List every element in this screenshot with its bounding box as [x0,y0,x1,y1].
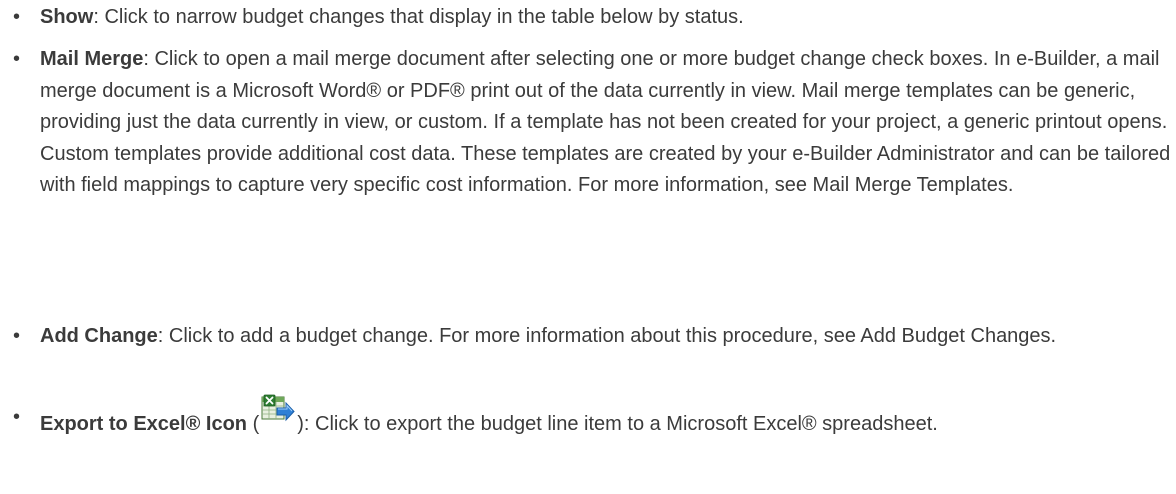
bullet-marker: • [13,325,21,347]
list-item-export-excel: • Export to Excel® Icon ( ): Click to ex… [0,394,1176,441]
term-add-change: Add Change [40,325,158,347]
paren-open: ( [247,413,260,435]
bullet-marker: • [13,48,21,70]
description-show: : Click to narrow budget changes that di… [93,6,744,28]
list-item-add-change: • Add Change: Click to add a budget chan… [0,321,1176,353]
list-item-show: • Show: Click to narrow budget changes t… [0,2,1176,34]
excel-export-icon [261,394,295,424]
description-export-excel: ): Click to export the budget line item … [297,413,938,435]
term-show: Show [40,6,94,28]
description-mail-merge: : Click to open a mail merge document af… [40,48,1171,196]
bullet-marker: • [13,6,21,28]
list-item-mail-merge: • Mail Merge: Click to open a mail merge… [0,44,1176,202]
description-add-change: : Click to add a budget change. For more… [157,325,1057,347]
term-mail-merge: Mail Merge [40,48,144,70]
term-export-excel: Export to Excel® Icon [40,413,248,435]
bullet-marker: • [13,406,21,428]
